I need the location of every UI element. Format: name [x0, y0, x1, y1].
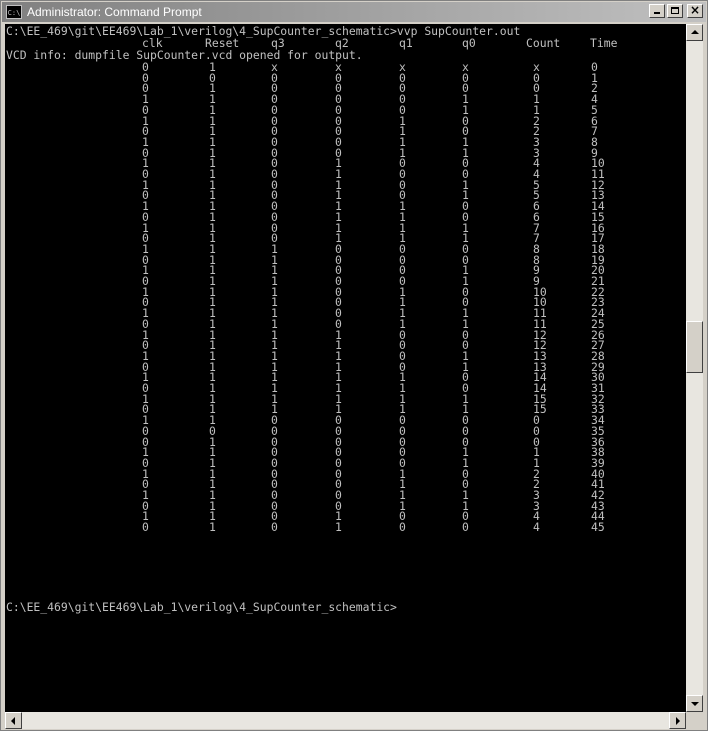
output-cell: 0 [142, 520, 149, 535]
scroll-right-button[interactable] [669, 712, 686, 729]
output-cell: 4 [533, 520, 540, 535]
column-header: q0 [462, 36, 476, 50]
window-title: Administrator: Command Prompt [27, 5, 202, 19]
cmd-icon[interactable]: C:\ [6, 5, 22, 19]
command-prompt-window: C:\ Administrator: Command Prompt × C:\E… [0, 0, 708, 731]
arrow-down-icon [691, 702, 699, 706]
minimize-icon [654, 12, 660, 14]
column-header: Count [526, 36, 561, 50]
title-bar[interactable]: C:\ Administrator: Command Prompt × [2, 2, 706, 22]
vertical-scrollbar[interactable] [686, 24, 703, 712]
output-cell: 0 [399, 520, 406, 535]
output-cell: 0 [271, 520, 278, 535]
output-row: 0 1 0 1 0 0 4 45 [6, 521, 681, 533]
minimize-button[interactable] [649, 4, 665, 18]
prompt-line[interactable]: C:\EE_469\git\EE469\Lab_1\verilog\4_SupC… [6, 601, 397, 613]
scroll-left-button[interactable] [5, 712, 22, 729]
maximize-button[interactable] [667, 4, 683, 18]
output-cell: 1 [209, 520, 216, 535]
scroll-down-button[interactable] [686, 695, 703, 712]
output-cell: 0 [462, 520, 469, 535]
console-output[interactable]: C:\EE_469\git\EE469\Lab_1\verilog\4_SupC… [5, 24, 686, 712]
maximize-icon [671, 7, 679, 14]
title-buttons: × [647, 3, 703, 18]
close-icon: × [689, 3, 701, 17]
column-header: q1 [399, 36, 413, 50]
vcd-info-line: VCD info: dumpfile SupCounter.vcd opened… [6, 48, 363, 62]
column-header: Time [590, 36, 618, 50]
arrow-left-icon [11, 717, 15, 725]
vertical-scroll-thumb[interactable] [686, 321, 703, 373]
size-grip[interactable] [686, 712, 703, 729]
output-cell: 1 [335, 520, 342, 535]
close-button[interactable]: × [687, 3, 703, 18]
output-cell: 45 [591, 520, 605, 535]
arrow-right-icon [676, 717, 680, 725]
command-line: C:\EE_469\git\EE469\Lab_1\verilog\4_SupC… [6, 24, 521, 38]
horizontal-scrollbar[interactable] [5, 712, 686, 729]
scroll-up-button[interactable] [686, 24, 703, 41]
arrow-up-icon [691, 30, 699, 34]
